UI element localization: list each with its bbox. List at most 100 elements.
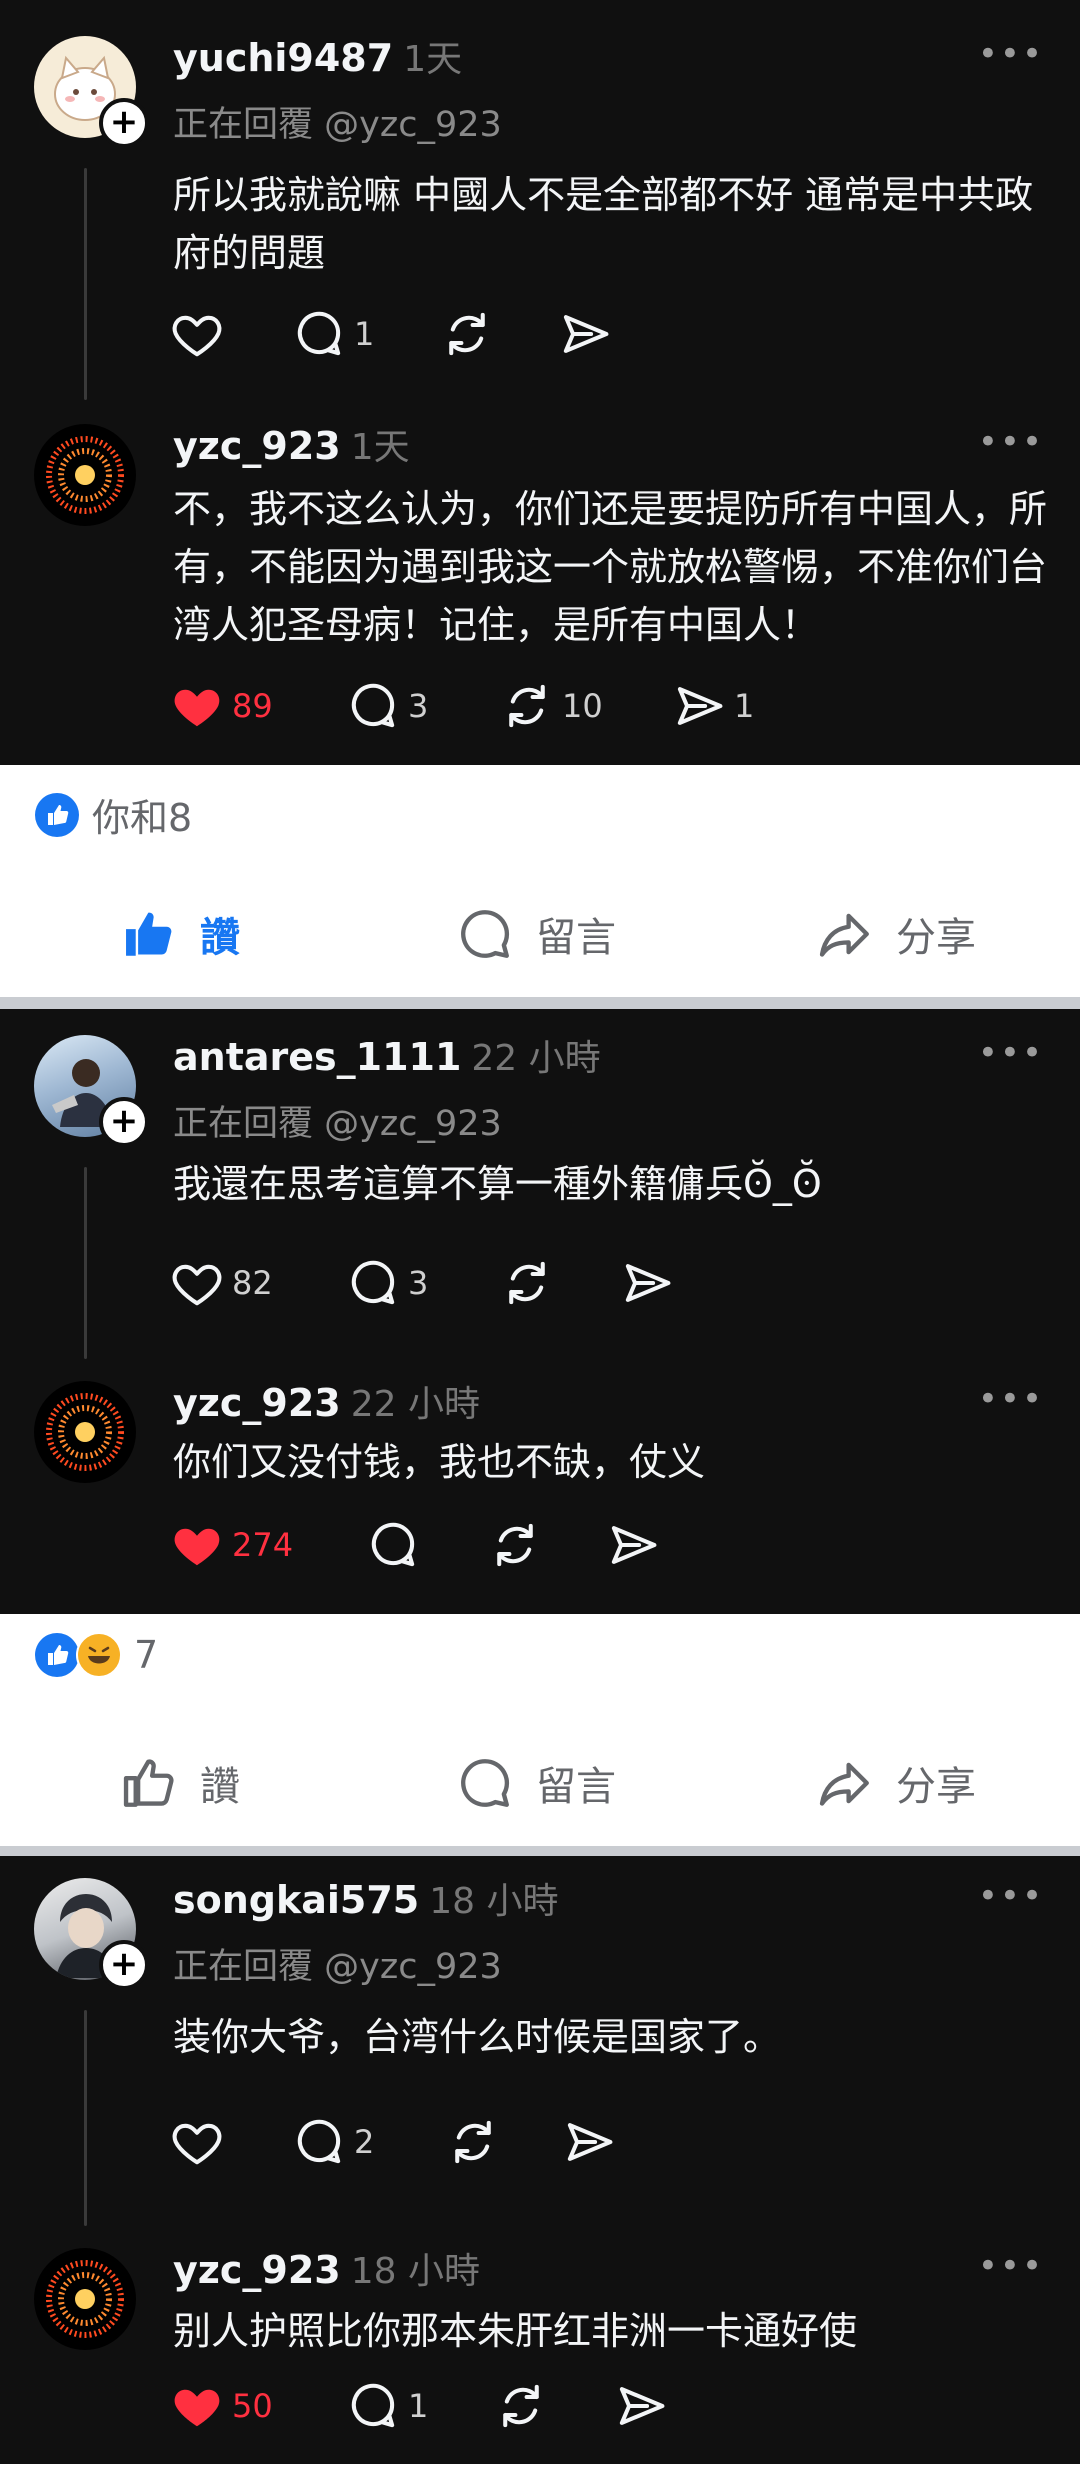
timestamp: 22 小時 (350, 1384, 480, 1425)
thread-block-1: + yuchi9487 1天 ••• 正在回覆 @yzc_923 所以我就說嘛 中… (0, 0, 1080, 765)
reaction-summary[interactable]: 你和8 (34, 787, 192, 842)
fb-comment-label: 留言 (536, 1764, 616, 1810)
share-button[interactable] (558, 304, 612, 364)
firework-avatar-icon (46, 1393, 124, 1471)
post-text: 我還在思考這算不算一種外籍傭兵ʘ̆_ʘ̆ (173, 1162, 822, 1206)
comment-icon (292, 307, 346, 361)
username[interactable]: yzc_923 22 小時 (173, 1375, 480, 1427)
reaction-count: 7 (134, 1633, 159, 1677)
share-icon (558, 307, 612, 361)
post-text: 你们又没付钱，我也不缺，仗义 (173, 1440, 706, 1484)
more-options-icon[interactable]: ••• (978, 34, 1044, 74)
username[interactable]: songkai575 18 小時 (173, 1872, 559, 1924)
fb-share-label: 分享 (896, 915, 976, 961)
share-icon (672, 679, 726, 733)
like-count: 82 (232, 1264, 273, 1302)
repost-button[interactable] (500, 1253, 554, 1313)
timestamp: 1天 (403, 39, 463, 80)
repost-icon (446, 2115, 500, 2169)
post-text: 别人护照比你那本朱肝红非洲一卡通好使 (173, 2309, 858, 2353)
reaction-summary[interactable]: 7 (34, 1632, 158, 1678)
timestamp: 18 小時 (350, 2251, 480, 2292)
share-arrow-icon (816, 905, 874, 963)
repost-icon (494, 2379, 548, 2433)
like-button[interactable] (170, 2112, 224, 2172)
fb-share-button[interactable]: 分享 (816, 905, 976, 963)
replying-to: 正在回覆 @yzc_923 (173, 105, 502, 145)
share-button[interactable]: 1 (672, 676, 754, 736)
username[interactable]: yzc_923 18 小時 (173, 2242, 480, 2294)
share-icon (606, 1518, 660, 1572)
fb-actions: 讚 留言 分享 (0, 1754, 1080, 1824)
more-options-icon[interactable]: ••• (978, 1379, 1044, 1419)
heart-filled-icon (170, 2379, 224, 2433)
fb-comment-button[interactable]: 留言 (456, 1754, 616, 1812)
avatar[interactable] (34, 424, 136, 526)
share-count: 1 (734, 687, 755, 725)
replying-to: 正在回覆 @yzc_923 (173, 1947, 502, 1987)
firework-avatar-icon (46, 2260, 124, 2338)
comment-button[interactable] (366, 1515, 420, 1575)
timestamp: 18 小時 (429, 1881, 559, 1922)
thread-line (84, 2010, 87, 2226)
comment-button[interactable]: 3 (346, 676, 428, 736)
repost-button[interactable] (440, 304, 494, 364)
comment-button[interactable]: 2 (292, 2112, 374, 2172)
share-button[interactable] (614, 2376, 668, 2436)
username[interactable]: yuchi9487 1天 (173, 30, 462, 82)
heart-icon (170, 1256, 224, 1310)
more-options-icon[interactable]: ••• (978, 1033, 1044, 1073)
fb-reaction-bar: 7 讚 留言 分享 (0, 1614, 1080, 1846)
comment-count: 1 (408, 2387, 429, 2425)
share-button[interactable] (606, 1515, 660, 1575)
repost-count: 10 (562, 687, 603, 725)
repost-button[interactable] (494, 2376, 548, 2436)
avatar[interactable] (34, 2248, 136, 2350)
reaction-count: 你和8 (92, 796, 193, 840)
comment-icon (346, 1256, 400, 1310)
fb-share-button[interactable]: 分享 (816, 1754, 976, 1812)
thread-block-3: + songkai575 18 小時 ••• 正在回覆 @yzc_923 装你大爷… (0, 1856, 1080, 2464)
fb-like-button[interactable]: 讚 (120, 1754, 240, 1812)
share-button[interactable] (620, 1253, 674, 1313)
repost-icon (500, 1256, 554, 1310)
fb-like-button[interactable]: 讚 (120, 905, 240, 963)
repost-icon (500, 679, 554, 733)
follow-plus-icon[interactable]: + (99, 1097, 149, 1147)
like-count: 50 (232, 2387, 273, 2425)
more-options-icon[interactable]: ••• (978, 2246, 1044, 2286)
heart-icon (170, 307, 224, 361)
replying-to: 正在回覆 @yzc_923 (173, 1104, 502, 1144)
comment-icon (366, 1518, 420, 1572)
timestamp: 22 小時 (471, 1038, 601, 1079)
fb-comment-button[interactable]: 留言 (456, 905, 616, 963)
share-button[interactable] (562, 2112, 616, 2172)
share-arrow-icon (816, 1754, 874, 1812)
more-options-icon[interactable]: ••• (978, 1876, 1044, 1916)
like-button[interactable] (170, 304, 224, 364)
like-button[interactable]: 274 (170, 1515, 293, 1575)
repost-button[interactable]: 10 (500, 676, 603, 736)
comment-button[interactable]: 3 (346, 1253, 428, 1313)
more-options-icon[interactable]: ••• (978, 422, 1044, 462)
username[interactable]: yzc_923 1天 (173, 418, 410, 470)
thumbs-up-icon (120, 1754, 178, 1812)
username[interactable]: antares_1111 22 小時 (173, 1029, 601, 1081)
comment-icon (346, 679, 400, 733)
avatar[interactable] (34, 1381, 136, 1483)
comment-button[interactable]: 1 (292, 304, 374, 364)
like-button[interactable]: 82 (170, 1253, 273, 1313)
like-button[interactable]: 89 (170, 676, 273, 736)
follow-plus-icon[interactable]: + (99, 98, 149, 148)
thread-line (84, 1167, 87, 1359)
heart-filled-icon (170, 1518, 224, 1572)
repost-icon (440, 307, 494, 361)
follow-plus-icon[interactable]: + (99, 1940, 149, 1990)
like-button[interactable]: 50 (170, 2376, 273, 2436)
repost-button[interactable] (446, 2112, 500, 2172)
like-count: 274 (232, 1526, 294, 1564)
repost-button[interactable] (488, 1515, 542, 1575)
comment-button[interactable]: 1 (346, 2376, 428, 2436)
like-reaction-icon (35, 1633, 79, 1677)
comment-count: 2 (354, 2123, 375, 2161)
